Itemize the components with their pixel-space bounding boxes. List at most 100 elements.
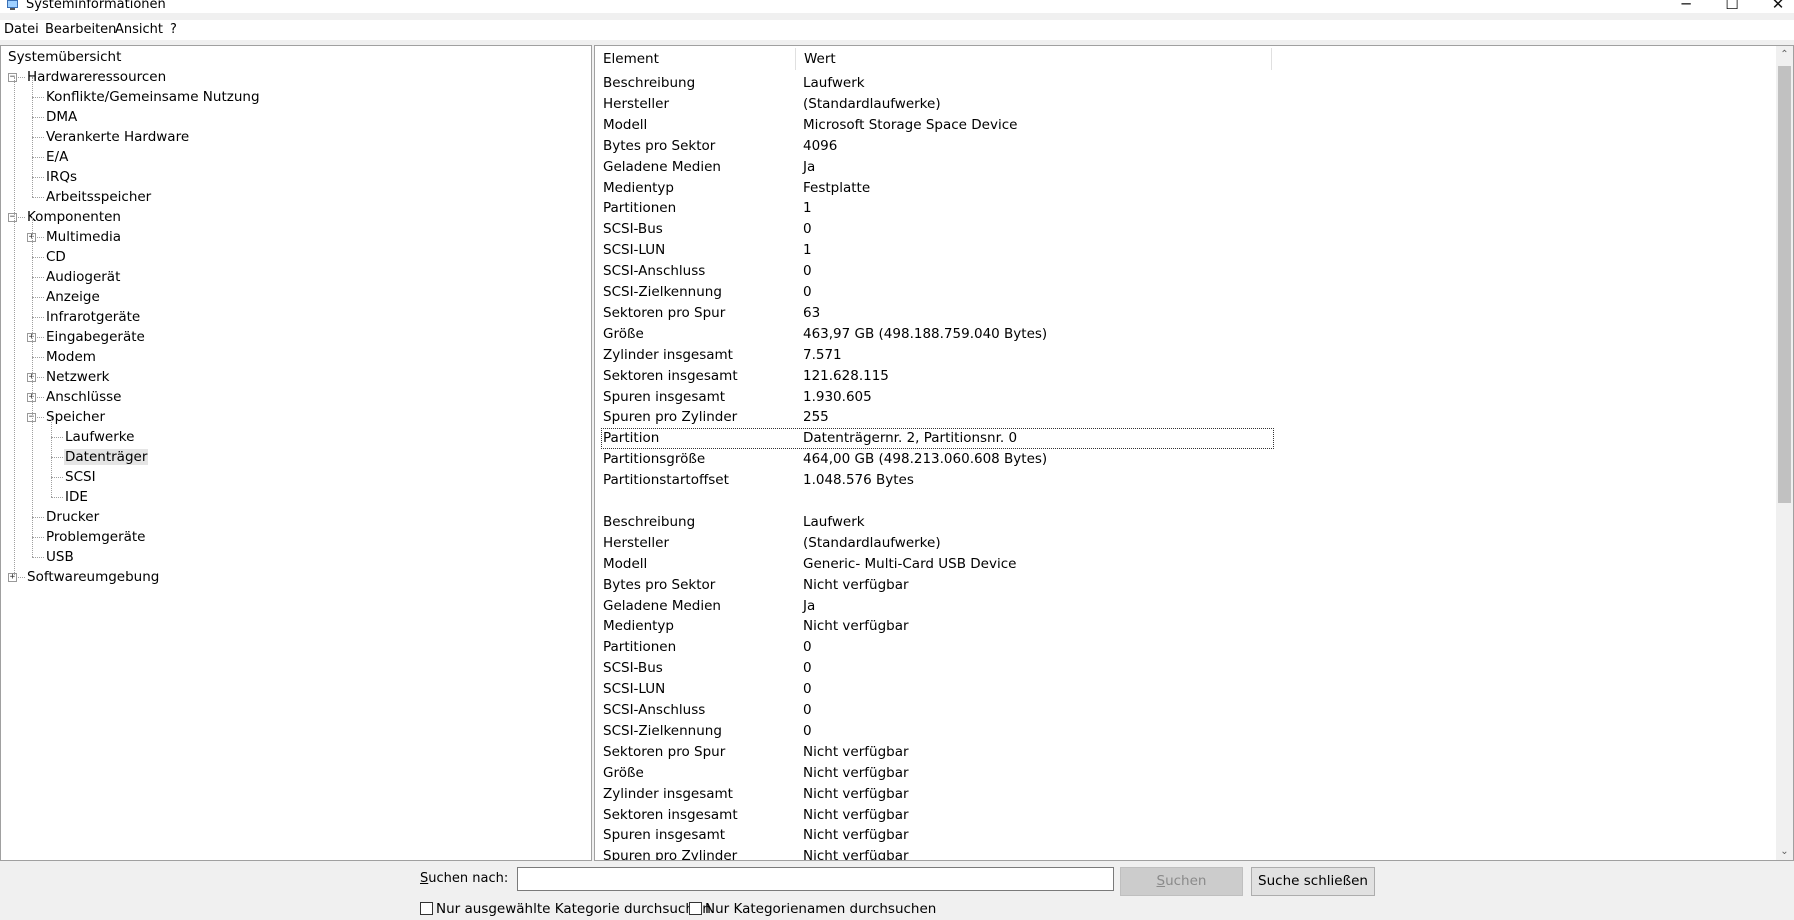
table-row[interactable]: Beschreibung Laufwerk xyxy=(595,73,1285,94)
table-row[interactable]: Medientyp Nicht verfügbar xyxy=(595,616,1285,637)
tree-item-modem[interactable]: Modem xyxy=(45,347,97,367)
tree-item-ide[interactable]: IDE xyxy=(64,487,89,507)
tree-item-e-a[interactable]: E/A xyxy=(45,147,69,167)
tree-item-cd[interactable]: CD xyxy=(45,247,67,267)
table-row[interactable]: Bytes pro Sektor Nicht verfügbar xyxy=(595,575,1285,596)
search-button[interactable]: Suchen xyxy=(1120,867,1243,896)
only-category-names-checkbox[interactable]: Nur Kategorienamen durchsuchen xyxy=(689,901,936,917)
scrollbar-thumb[interactable] xyxy=(1778,66,1791,503)
table-row[interactable]: Modell Microsoft Storage Space Device xyxy=(595,115,1285,136)
close-window-button[interactable]: ✕ xyxy=(1755,0,1794,13)
details-list[interactable]: Element Wert Beschreibung Laufwerk Herstel… xyxy=(594,45,1794,861)
tree-item-anzeige[interactable]: Anzeige xyxy=(45,287,101,307)
table-row[interactable]: Spuren pro Zylinder 255 xyxy=(595,407,1285,428)
table-row[interactable]: Sektoren pro Spur Nicht verfügbar xyxy=(595,742,1285,763)
table-row[interactable]: Geladene Medien Ja xyxy=(595,596,1285,617)
table-row[interactable]: Hersteller (Standardlaufwerke) xyxy=(595,533,1285,554)
table-row[interactable]: Zylinder insgesamt 7.571 xyxy=(595,345,1285,366)
table-row[interactable]: Zylinder insgesamt Nicht verfügbar xyxy=(595,784,1285,805)
column-header-element[interactable]: Element xyxy=(595,46,795,72)
tree-item-speicher[interactable]: Speicher xyxy=(45,407,106,427)
tree-item-label: Speicher xyxy=(46,409,106,425)
table-row[interactable]: SCSI-Zielkennung 0 xyxy=(595,282,1285,303)
table-row[interactable]: SCSI-Bus 0 xyxy=(595,658,1285,679)
table-row[interactable]: SCSI-Zielkennung 0 xyxy=(595,721,1285,742)
collapse-minus-icon[interactable]: − xyxy=(8,213,17,222)
menu-bar: Datei Bearbeiten Ansicht ? xyxy=(0,20,1794,40)
table-row[interactable]: Sektoren pro Spur 63 xyxy=(595,303,1285,324)
table-row[interactable] xyxy=(595,491,1285,512)
tree-connector xyxy=(32,117,44,118)
table-row[interactable]: Geladene Medien Ja xyxy=(595,157,1285,178)
tree-item-komponenten[interactable]: Komponenten xyxy=(26,207,122,227)
table-row[interactable]: Medientyp Festplatte xyxy=(595,178,1285,199)
row-element: Partitionstartoffset xyxy=(603,472,729,489)
table-row[interactable]: Sektoren insgesamt 121.628.115 xyxy=(595,366,1285,387)
table-row[interactable]: Sektoren insgesamt Nicht verfügbar xyxy=(595,805,1285,826)
table-row[interactable]: Partitionsgröße 464,00 GB (498.213.060.60… xyxy=(595,449,1285,470)
vertical-scrollbar[interactable]: ⌃ ⌄ xyxy=(1776,46,1793,860)
only-selected-category-checkbox[interactable]: Nur ausgewählte Kategorie durchsuchen xyxy=(420,901,711,917)
tree-item-systemübersicht[interactable]: Systemübersicht xyxy=(7,47,122,67)
tree-item-usb[interactable]: USB xyxy=(45,547,75,567)
table-row[interactable]: Partitionen 1 xyxy=(595,198,1285,219)
table-row[interactable]: SCSI-LUN 1 xyxy=(595,240,1285,261)
expand-plus-icon[interactable]: + xyxy=(8,573,17,582)
table-row[interactable]: Bytes pro Sektor 4096 xyxy=(595,136,1285,157)
search-input[interactable] xyxy=(517,867,1114,891)
category-tree[interactable]: Systemübersicht Hardwareressourcen − Konfli… xyxy=(0,45,592,861)
table-row[interactable]: Modell Generic- Multi-Card USB Device xyxy=(595,554,1285,575)
row-value: Nicht verfügbar xyxy=(803,848,909,861)
table-row[interactable]: Größe 463,97 GB (498.188.759.040 Bytes) xyxy=(595,324,1285,345)
tree-item-datenträger[interactable]: Datenträger xyxy=(64,447,149,467)
scroll-up-arrow-icon[interactable]: ⌃ xyxy=(1776,46,1793,63)
maximize-button[interactable]: ☐ xyxy=(1709,0,1755,13)
minimize-button[interactable]: ─ xyxy=(1663,0,1709,13)
table-row[interactable]: SCSI-Anschluss 0 xyxy=(595,700,1285,721)
table-row[interactable]: Partitionen 0 xyxy=(595,637,1285,658)
tree-item-irqs[interactable]: IRQs xyxy=(45,167,78,187)
table-row[interactable]: Partitionstartoffset 1.048.576 Bytes xyxy=(595,470,1285,491)
table-row[interactable]: Beschreibung Laufwerk xyxy=(595,512,1285,533)
checkbox-unchecked-icon[interactable] xyxy=(689,902,702,915)
table-row[interactable]: Größe Nicht verfügbar xyxy=(595,763,1285,784)
table-row[interactable]: Partition Datenträgernr. 2, Partitionsnr.… xyxy=(601,428,1274,450)
table-row[interactable]: Hersteller (Standardlaufwerke) xyxy=(595,94,1285,115)
tree-item-netzwerk[interactable]: Netzwerk xyxy=(45,367,111,387)
collapse-minus-icon[interactable]: − xyxy=(8,73,17,82)
tree-item-laufwerke[interactable]: Laufwerke xyxy=(64,427,135,447)
tree-connector xyxy=(32,137,44,138)
tree-item-hardwareressourcen[interactable]: Hardwareressourcen xyxy=(26,67,167,87)
checkbox-unchecked-icon[interactable] xyxy=(420,902,433,915)
menu-ansicht[interactable]: Ansicht xyxy=(115,22,163,38)
tree-item-label: DMA xyxy=(46,109,78,125)
column-header-value[interactable]: Wert xyxy=(796,46,1266,72)
scroll-down-arrow-icon[interactable]: ⌄ xyxy=(1776,843,1793,860)
tree-item-dma[interactable]: DMA xyxy=(45,107,78,127)
menu-bearbeiten[interactable]: Bearbeiten xyxy=(45,22,116,38)
tree-item-drucker[interactable]: Drucker xyxy=(45,507,100,527)
tree-item-eingabegeräte[interactable]: Eingabegeräte xyxy=(45,327,146,347)
row-element: Geladene Medien xyxy=(603,158,721,175)
tree-item-arbeitsspeicher[interactable]: Arbeitsspeicher xyxy=(45,187,152,207)
tree-item-audiogerät[interactable]: Audiogerät xyxy=(45,267,121,287)
menu-help[interactable]: ? xyxy=(170,22,177,38)
tree-item-verankerte-hardware[interactable]: Verankerte Hardware xyxy=(45,127,190,147)
tree-item-anschlüsse[interactable]: Anschlüsse xyxy=(45,387,122,407)
tree-item-problemgeräte[interactable]: Problemgeräte xyxy=(45,527,147,547)
tree-item-infrarotgeräte[interactable]: Infrarotgeräte xyxy=(45,307,141,327)
table-row[interactable]: SCSI-Anschluss 0 xyxy=(595,261,1285,282)
row-element: Modell xyxy=(603,555,648,572)
close-search-button[interactable]: Suche schließen xyxy=(1251,867,1375,896)
tree-item-multimedia[interactable]: Multimedia xyxy=(45,227,122,247)
tree-item-scsi[interactable]: SCSI xyxy=(64,467,97,487)
tree-item-konflikte-gemeinsame-nutzung[interactable]: Konflikte/Gemeinsame Nutzung xyxy=(45,87,261,107)
table-row[interactable]: SCSI-LUN 0 xyxy=(595,679,1285,700)
table-row[interactable]: Spuren pro Zylinder Nicht verfügbar xyxy=(595,846,1285,861)
tree-item-softwareumgebung[interactable]: Softwareumgebung xyxy=(26,567,160,587)
menu-datei[interactable]: Datei xyxy=(4,22,39,38)
table-row[interactable]: Spuren insgesamt 1.930.605 xyxy=(595,387,1285,408)
table-row[interactable]: SCSI-Bus 0 xyxy=(595,219,1285,240)
table-row[interactable]: Spuren insgesamt Nicht verfügbar xyxy=(595,825,1285,846)
column-divider[interactable] xyxy=(1271,48,1272,70)
